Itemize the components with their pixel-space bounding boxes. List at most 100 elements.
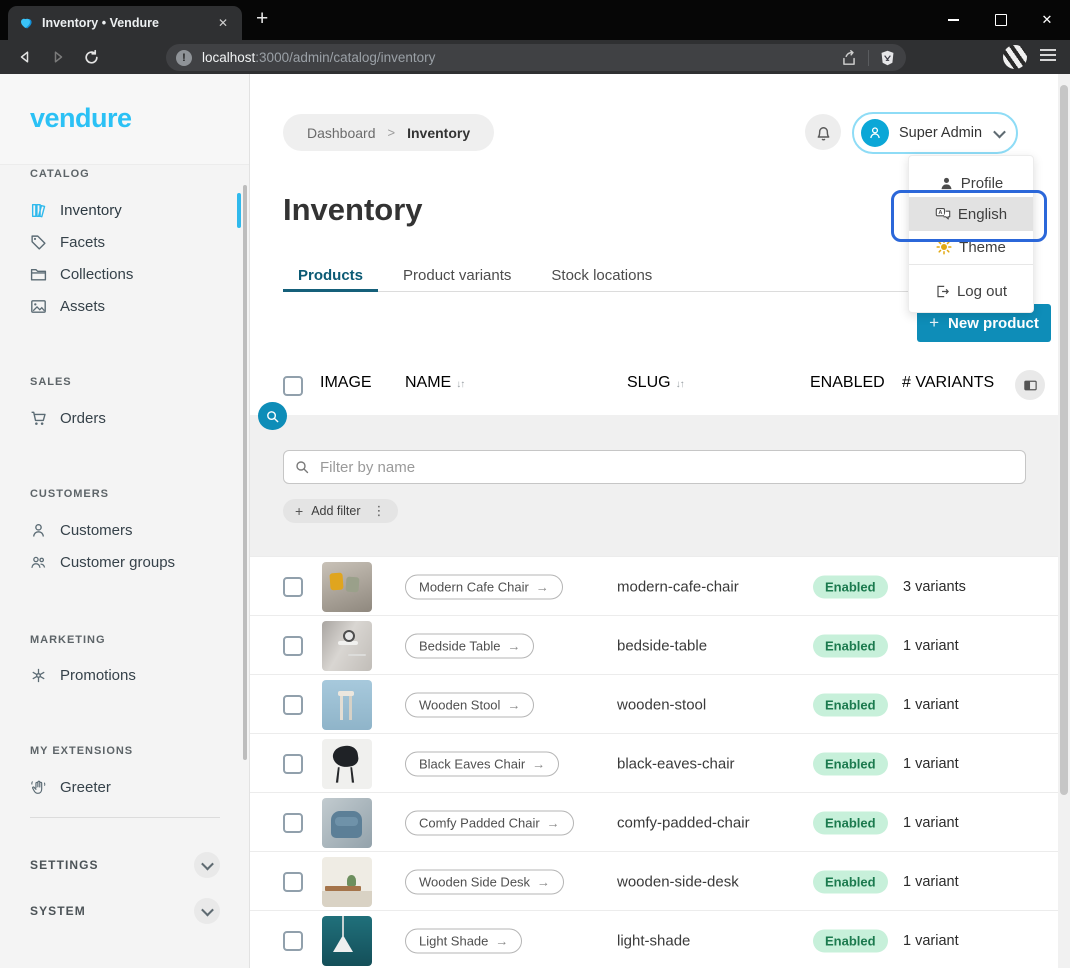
sidebar-group-system[interactable]: SYSTEM [30, 897, 220, 925]
sort-icon[interactable]: ↓↑ [456, 379, 464, 390]
product-name-chip[interactable]: Bedside Table→ [405, 633, 534, 658]
filter-input-wrapper [283, 450, 1026, 484]
menu-item-profile[interactable]: Profile [909, 168, 1033, 198]
brave-shields-icon[interactable] [879, 49, 896, 67]
browser-menu-icon[interactable] [1040, 49, 1056, 63]
variant-count: 3 variants [903, 579, 966, 595]
select-all-checkbox[interactable] [283, 376, 303, 396]
search-toggle-button[interactable] [258, 402, 287, 430]
variant-count: 1 variant [903, 638, 959, 654]
sidebar-item-greeter[interactable]: Greeter [22, 772, 228, 802]
tab-product-variants[interactable]: Product variants [388, 260, 526, 291]
row-checkbox[interactable] [283, 695, 303, 715]
row-checkbox[interactable] [283, 754, 303, 774]
sidebar-group-settings[interactable]: SETTINGS [30, 851, 220, 879]
column-header-slug[interactable]: SLUG↓↑ [627, 374, 684, 392]
section-sales: SALES [30, 374, 72, 390]
tab-close-icon[interactable]: ✕ [214, 14, 232, 32]
menu-item-language[interactable]: A English [909, 197, 1033, 231]
url-text: localhost:3000/admin/catalog/inventory [202, 50, 840, 65]
add-filter-button[interactable]: + Add filter ⋮ [283, 499, 398, 523]
product-thumbnail[interactable] [322, 621, 372, 671]
sidebar-item-orders[interactable]: Orders [22, 403, 228, 433]
sidebar-item-promotions[interactable]: Promotions [22, 660, 228, 690]
column-settings-button[interactable] [1015, 370, 1045, 400]
sidebar-item-collections[interactable]: Collections [22, 259, 228, 289]
address-bar[interactable]: ! localhost:3000/admin/catalog/inventory [166, 44, 906, 71]
language-icon: A [935, 206, 951, 222]
system-label: SYSTEM [30, 904, 86, 918]
row-checkbox[interactable] [283, 872, 303, 892]
sidebar-scrollbar[interactable] [243, 185, 247, 760]
filter-options-icon[interactable]: ⋮ [369, 503, 386, 519]
reload-button[interactable] [78, 44, 104, 70]
variant-count: 1 variant [903, 697, 959, 713]
product-thumbnail[interactable] [322, 916, 372, 966]
status-badge: Enabled [813, 575, 888, 598]
tab-products[interactable]: Products [283, 260, 378, 291]
variant-count: 1 variant [903, 933, 959, 949]
share-icon[interactable] [840, 49, 858, 67]
row-checkbox[interactable] [283, 931, 303, 951]
menu-label: Log out [957, 283, 1007, 300]
new-tab-button[interactable]: + [256, 8, 268, 29]
variant-count: 1 variant [903, 874, 959, 890]
product-name-chip[interactable]: Black Eaves Chair→ [405, 751, 559, 776]
column-header-name[interactable]: NAME↓↑ [405, 374, 464, 392]
row-checkbox[interactable] [283, 636, 303, 656]
row-checkbox[interactable] [283, 577, 303, 597]
image-icon [30, 298, 47, 315]
menu-item-logout[interactable]: Log out [909, 276, 1033, 306]
product-name-chip[interactable]: Comfy Padded Chair→ [405, 810, 574, 835]
product-thumbnail[interactable] [322, 739, 372, 789]
forward-button[interactable] [45, 44, 71, 70]
product-name-chip[interactable]: Modern Cafe Chair→ [405, 574, 563, 599]
product-thumbnail[interactable] [322, 562, 372, 612]
site-info-icon[interactable]: ! [176, 50, 192, 66]
tab-stock-locations[interactable]: Stock locations [536, 260, 667, 291]
arrow-right-icon: → [547, 815, 560, 830]
url-path: :3000/admin/catalog/inventory [255, 50, 435, 65]
chevron-down-icon [993, 125, 1006, 138]
sidebar-item-customer-groups[interactable]: Customer groups [22, 547, 228, 577]
sidebar-item-assets[interactable]: Assets [22, 291, 228, 321]
product-thumbnail[interactable] [322, 680, 372, 730]
vendure-logo[interactable]: vendure [30, 103, 132, 134]
search-icon [294, 459, 310, 475]
product-name-chip[interactable]: Wooden Side Desk→ [405, 869, 564, 894]
section-my-extensions: MY EXTENSIONS [30, 743, 133, 759]
user-avatar [861, 119, 889, 147]
window-maximize-button[interactable] [978, 0, 1024, 40]
breadcrumb-inventory[interactable]: Inventory [407, 125, 470, 141]
window-close-button[interactable]: ✕ [1024, 0, 1070, 40]
browser-profile-avatar[interactable] [1003, 45, 1027, 69]
status-badge: Enabled [813, 811, 888, 834]
breadcrumb-dashboard[interactable]: Dashboard [307, 125, 376, 141]
settings-expand-button[interactable] [194, 852, 220, 878]
menu-item-theme[interactable]: Theme [909, 232, 1033, 262]
sidebar-item-facets[interactable]: Facets [22, 227, 228, 257]
sidebar-item-inventory[interactable]: Inventory [22, 195, 228, 225]
sort-icon[interactable]: ↓↑ [676, 379, 684, 390]
row-checkbox[interactable] [283, 813, 303, 833]
product-name-chip[interactable]: Light Shade→ [405, 928, 522, 953]
profile-icon [939, 176, 954, 191]
filter-by-name-input[interactable] [318, 458, 1015, 477]
product-name-chip[interactable]: Wooden Stool→ [405, 692, 534, 717]
product-thumbnail[interactable] [322, 857, 372, 907]
system-expand-button[interactable] [194, 898, 220, 924]
menu-label: Theme [959, 239, 1006, 256]
variant-count: 1 variant [903, 815, 959, 831]
arrow-right-icon: → [495, 933, 508, 948]
window-minimize-button[interactable] [930, 0, 976, 40]
svg-text:A: A [938, 210, 942, 216]
product-thumbnail[interactable] [322, 798, 372, 848]
table-row: Black Eaves Chair→ black-eaves-chair Ena… [250, 733, 1058, 793]
browser-tab[interactable]: Inventory • Vendure ✕ [8, 6, 242, 40]
page-scrollbar-thumb[interactable] [1060, 85, 1068, 795]
user-menu-button[interactable]: Super Admin [852, 112, 1018, 154]
sidebar-item-customers[interactable]: Customers [22, 515, 228, 545]
notifications-button[interactable] [805, 114, 841, 150]
back-button[interactable] [12, 44, 38, 70]
waving-hand-icon [30, 779, 47, 796]
